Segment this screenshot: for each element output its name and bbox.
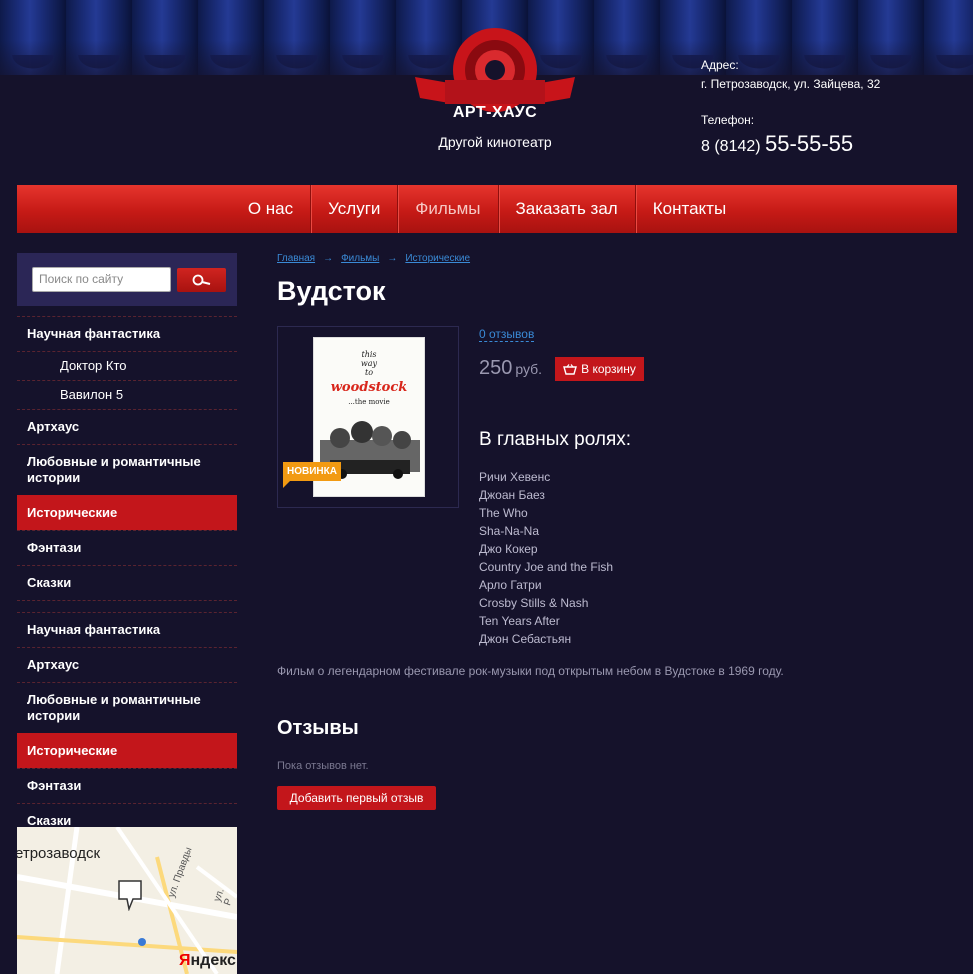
- sidebar-item-fantasy[interactable]: Фэнтази: [17, 768, 237, 803]
- price-amount: 250: [479, 357, 513, 379]
- breadcrumb-home[interactable]: Главная: [277, 253, 315, 264]
- product-price: 250 руб.: [479, 357, 542, 380]
- sidebar-item-scifi[interactable]: Научная фантастика: [17, 316, 237, 351]
- price-currency: руб.: [515, 361, 543, 377]
- search-panel: Поиск по сайту: [17, 253, 237, 306]
- sidebar-divider: [17, 600, 237, 612]
- nav-item-films[interactable]: Фильмы: [397, 185, 497, 233]
- sidebar-item-babylon-5[interactable]: Вавилон 5: [17, 380, 237, 409]
- nav-item-contacts[interactable]: Контакты: [634, 185, 743, 233]
- cast-heading: В главных ролях:: [479, 429, 632, 450]
- product-image-frame[interactable]: this way to woodstock ...the movie НОВИН…: [277, 326, 459, 508]
- add-to-cart-button[interactable]: В корзину: [555, 357, 644, 381]
- logo-subtitle: Другой кинотеатр: [438, 134, 552, 150]
- reviews-heading: Отзывы: [277, 717, 359, 739]
- breadcrumb-historical[interactable]: Исторические: [405, 253, 470, 264]
- sidebar-item-romance[interactable]: Любовные и романтичные истории: [17, 682, 237, 733]
- sidebar-item-historical[interactable]: Исторические: [17, 495, 237, 530]
- cast-item: Ten Years After: [479, 614, 560, 628]
- poster-line: this: [361, 350, 377, 359]
- yandex-logo-rest: ндекс: [190, 952, 236, 969]
- sidebar-item-fairytales[interactable]: Сказки: [17, 565, 237, 600]
- cast-item: Ричи Хевенс: [479, 470, 551, 484]
- phone-code: 8 (8142): [701, 138, 761, 155]
- sidebar-item-doctor-who[interactable]: Доктор Кто: [17, 351, 237, 380]
- header-contacts: Адрес: г. Петрозаводск, ул. Зайцева, 32 …: [701, 58, 961, 157]
- cart-button-label: В корзину: [581, 362, 636, 376]
- search-button[interactable]: [177, 268, 226, 292]
- map-city-label: етрозаводск: [17, 845, 101, 862]
- search-icon: [192, 274, 210, 286]
- cast-item: Джо Кокер: [479, 542, 538, 556]
- nav-item-about[interactable]: О нас: [231, 185, 310, 233]
- sidebar-item-fantasy[interactable]: Фэнтази: [17, 530, 237, 565]
- phone-value: 8 (8142) 55-55-55: [701, 131, 961, 157]
- add-review-button[interactable]: Добавить первый отзыв: [277, 786, 436, 810]
- map-pin-icon: [118, 880, 142, 911]
- sidebar-categories: Научная фантастика Доктор Кто Вавилон 5 …: [17, 316, 237, 838]
- sidebar-item-scifi[interactable]: Научная фантастика: [17, 612, 237, 647]
- cast-list: Ричи Хевенс Джоан Баез The Who Sha-Na-Na…: [479, 468, 613, 648]
- poster-line: to: [364, 368, 374, 377]
- new-badge: НОВИНКА: [283, 462, 341, 488]
- poster-tagline: ...the movie: [348, 398, 390, 406]
- basket-icon: [563, 363, 578, 375]
- cast-item: Джоан Баез: [479, 488, 545, 502]
- logo-text: АРТ-ХАУС: [452, 104, 538, 121]
- nav-item-services[interactable]: Услуги: [310, 185, 397, 233]
- sidebar-item-arthouse[interactable]: Артхаус: [17, 409, 237, 444]
- breadcrumb-films[interactable]: Фильмы: [341, 253, 379, 264]
- cast-item: Джон Себастьян: [479, 632, 572, 646]
- cast-item: Country Joe and the Fish: [479, 560, 614, 574]
- reviews-empty-text: Пока отзывов нет.: [277, 760, 369, 772]
- breadcrumb-separator: →: [323, 253, 334, 264]
- cast-item: Sha-Na-Na: [479, 524, 540, 538]
- phone-number: 55-55-55: [765, 131, 854, 156]
- poster-line: way: [360, 359, 378, 368]
- breadcrumb-separator: →: [387, 253, 398, 264]
- address-label: Адрес:: [701, 58, 739, 72]
- cast-item: Crosby Stills & Nash: [479, 596, 589, 610]
- product-description: Фильм о легендарном фестивале рок-музыки…: [277, 664, 784, 678]
- main-nav: О нас Услуги Фильмы Заказать зал Контакт…: [17, 185, 957, 233]
- breadcrumb: Главная → Фильмы → Исторические: [277, 253, 470, 264]
- page-title: Вудсток: [277, 276, 386, 306]
- yandex-logo[interactable]: Яндекс: [179, 952, 236, 970]
- location-map[interactable]: етрозаводск ул. Правды ул. Р Яндекс: [17, 827, 237, 974]
- cast-item: The Who: [479, 506, 528, 520]
- nav-item-book-hall[interactable]: Заказать зал: [497, 185, 635, 233]
- search-input[interactable]: Поиск по сайту: [32, 267, 171, 292]
- sidebar-item-romance[interactable]: Любовные и романтичные истории: [17, 444, 237, 495]
- reviews-count-link[interactable]: 0 отзывов: [479, 327, 535, 342]
- cast-item: Арло Гатри: [479, 578, 542, 592]
- phone-label: Телефон:: [701, 113, 755, 127]
- yandex-logo-first: Я: [179, 952, 191, 969]
- sidebar-item-arthouse[interactable]: Артхаус: [17, 647, 237, 682]
- address-value: г. Петрозаводск, ул. Зайцева, 32: [701, 77, 881, 91]
- site-logo[interactable]: АРТ-ХАУС Другой кинотеатр: [410, 22, 580, 152]
- poster-brand: woodstock: [330, 380, 408, 395]
- sidebar-item-historical[interactable]: Исторические: [17, 733, 237, 768]
